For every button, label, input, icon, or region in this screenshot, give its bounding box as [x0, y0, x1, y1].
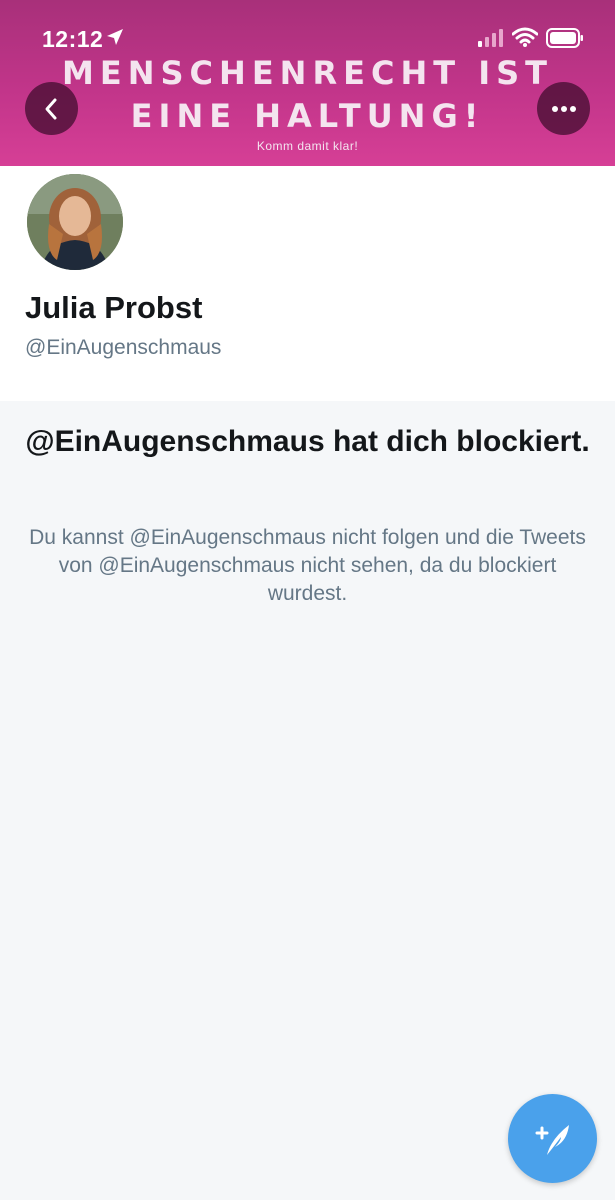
more-options-button[interactable]: [537, 82, 590, 135]
banner-subtitle: Komm damit klar!: [256, 139, 359, 153]
battery-icon: [546, 28, 584, 53]
avatar[interactable]: [24, 171, 126, 273]
status-time: 12:12: [42, 26, 104, 52]
profile-card: Julia Probst @EinAugenschmaus: [0, 166, 615, 401]
display-name: Julia Probst: [25, 290, 203, 325]
banner-headline-line1: MENSCHENRECHT IST: [62, 54, 553, 92]
chevron-left-icon: [45, 98, 56, 119]
location-arrow-icon: [106, 28, 124, 51]
compose-tweet-button[interactable]: [508, 1094, 597, 1183]
blocked-title: @EinAugenschmaus hat dich blockiert.: [25, 425, 590, 458]
banner-headline-line2: EINE HALTUNG!: [130, 97, 485, 135]
blocked-description: Du kannst @EinAugenschmaus nicht folgen …: [29, 526, 586, 605]
more-horizontal-icon: [551, 105, 576, 112]
wifi-icon: [511, 27, 539, 52]
back-button[interactable]: [25, 82, 78, 135]
user-handle: @EinAugenschmaus: [25, 336, 222, 359]
cellular-signal-icon: [478, 29, 504, 52]
compose-tweet-icon: [535, 1124, 569, 1155]
status-bar: 12:12: [0, 0, 615, 60]
profile-header-banner: 12:12 MENSCHENRECHT IST EINE HALTUNG! Ko…: [0, 0, 615, 166]
